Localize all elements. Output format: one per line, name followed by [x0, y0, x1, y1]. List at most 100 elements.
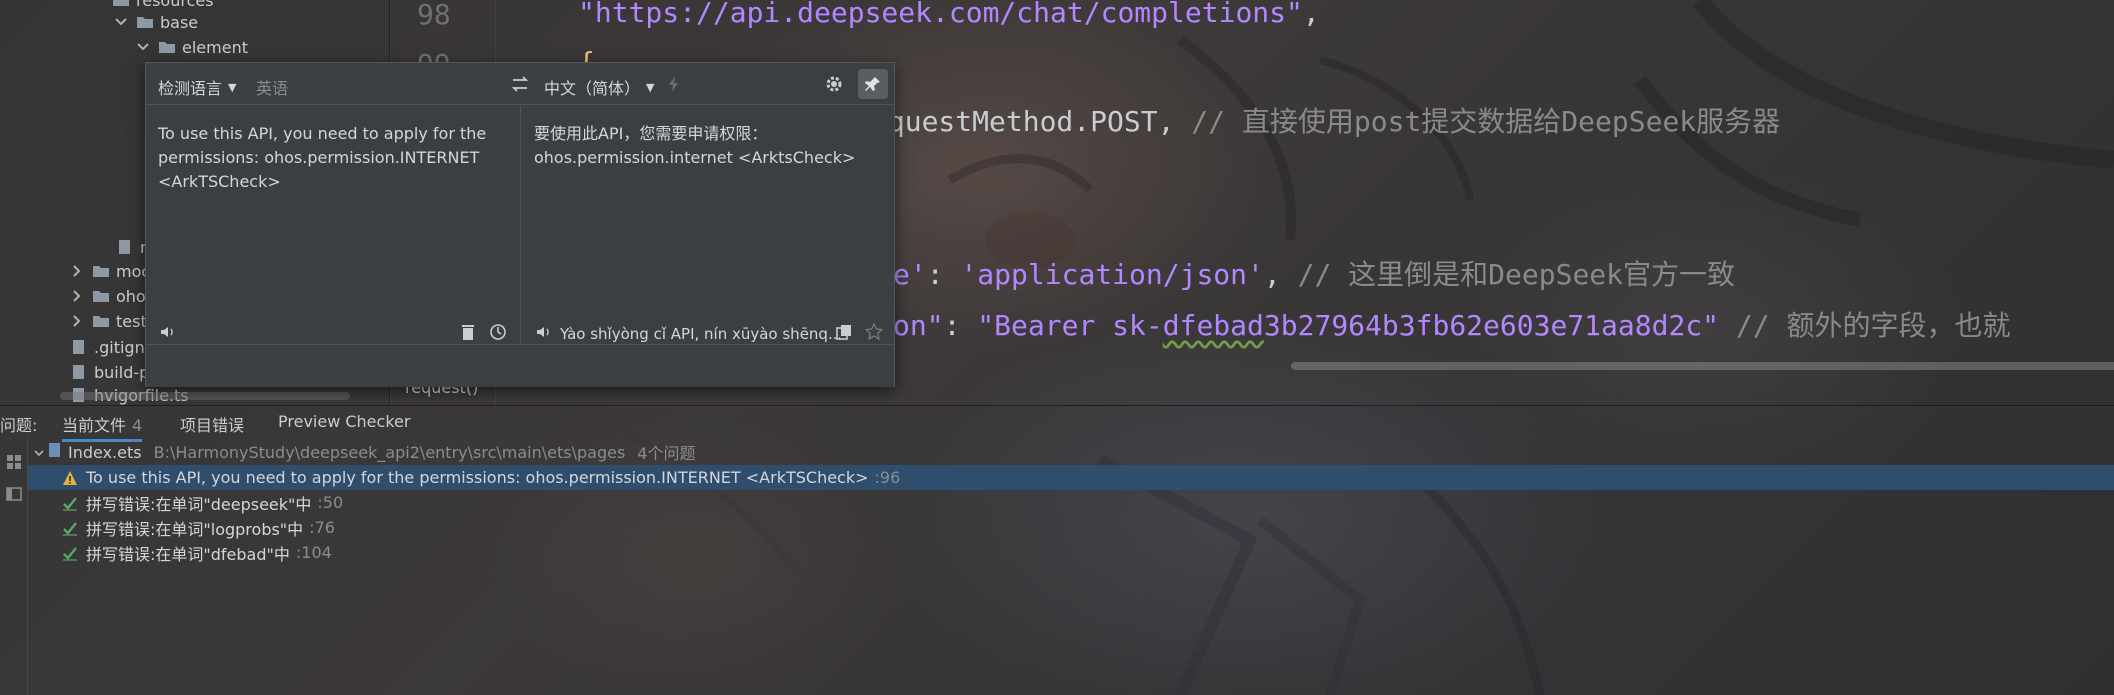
source-text-pane[interactable]: To use this API, you need to apply for t… [146, 106, 521, 344]
file-icon [116, 239, 134, 255]
problem-row[interactable]: To use this API, you need to apply for t… [28, 465, 2114, 490]
colon: : [943, 309, 978, 342]
typo-highlight[interactable]: dfebad [1163, 309, 1264, 342]
tree-item-label: oho [116, 286, 146, 306]
code-comment: // 额外的字段，也就 [1735, 309, 2011, 342]
tree-horizontal-scrollbar[interactable] [60, 392, 350, 400]
tree-item-element[interactable]: element [136, 35, 248, 59]
problem-row[interactable]: 拼写错误:在单词"logprobs"中 :76 [28, 515, 2114, 540]
code-line-url: "https://api.deepseek.com/chat/completio… [578, 0, 1320, 29]
detected-language-hint: 英语 [256, 79, 289, 98]
problem-row[interactable]: 拼写错误:在单词"dfebad"中 :104 [28, 540, 2114, 565]
history-icon[interactable] [486, 320, 510, 344]
problems-panel: 问题: 当前文件 4 项目错误 Preview Checker Index.ets… [0, 405, 2114, 695]
folder-icon [136, 14, 154, 30]
tab-preview-checker[interactable]: Preview Checker [278, 412, 410, 431]
target-language-label: 中文（简体） [544, 79, 641, 98]
tab-label: 项目错误 [180, 416, 245, 435]
problem-file-name: Index.ets [68, 442, 142, 462]
tree-item-label: build-p [94, 362, 150, 382]
tab-label: 当前文件 [62, 416, 127, 435]
code-line-authorization: on": "Bearer sk-dfebad3b27964b3fb62e603e… [893, 304, 2010, 344]
tree-item-label: .gitign [94, 337, 145, 357]
chevron-right-icon [70, 264, 84, 278]
problem-line: :96 [874, 468, 901, 487]
typo-check-icon [62, 495, 78, 511]
tree-item-moc[interactable]: moc [70, 259, 150, 283]
chevron-down-icon[interactable] [34, 443, 44, 462]
value-string: 'application/json' [960, 258, 1264, 291]
target-language-select[interactable]: 中文（简体） ▼ [544, 75, 654, 99]
problem-text: 拼写错误:在单词"deepseek"中 [86, 494, 312, 514]
problem-row[interactable]: 拼写错误:在单词"deepseek"中 :50 [28, 490, 2114, 515]
method-code: equestMethod.POST [871, 105, 1158, 138]
translated-text-pane[interactable]: 要使用此API，您需要申请权限：ohos.permission.internet… [522, 106, 895, 344]
problem-line: :104 [295, 543, 332, 562]
problem-count: 4个问题 [637, 444, 696, 463]
chevron-right-icon [70, 289, 84, 303]
colon: : [926, 258, 961, 291]
problem-text: 拼写错误:在单词"logprobs"中 [86, 519, 304, 539]
translation-footer [146, 344, 894, 387]
translation-header: 检测语言 ▼ 英语 中文（简体） ▼ [146, 63, 894, 105]
key-string: on" [893, 309, 944, 342]
line-number: 98 [417, 0, 451, 31]
editor-horizontal-scrollbar[interactable] [1291, 362, 2114, 370]
problem-line: :76 [309, 518, 335, 537]
chevron-down-icon [136, 40, 150, 54]
url-string: "https://api.deepseek.com/chat/completio… [578, 0, 1303, 29]
folder-icon [158, 39, 176, 55]
file-icon [70, 364, 88, 380]
caret-down-icon: ▼ [228, 80, 237, 94]
speaker-icon[interactable] [156, 320, 180, 344]
problems-toolbar [0, 438, 28, 695]
star-icon[interactable] [862, 320, 886, 344]
chevron-right-icon [70, 314, 84, 328]
file-icon [70, 339, 88, 355]
swap-languages-icon[interactable] [508, 72, 532, 96]
code-line-method: equestMethod.POST, // 直接使用post提交数据给DeepS… [871, 100, 1780, 140]
folder-icon [92, 263, 110, 279]
gear-icon[interactable] [822, 72, 846, 96]
pin-icon[interactable] [858, 69, 888, 99]
typo-check-icon [62, 520, 78, 536]
group-by-icon[interactable] [2, 450, 26, 474]
tree-item-base[interactable]: base [114, 10, 198, 34]
trash-icon[interactable] [456, 320, 480, 344]
typo-check-icon [62, 545, 78, 561]
source-language-select[interactable]: 检测语言 ▼ [158, 75, 236, 99]
tree-item-build-profile[interactable]: build-p [70, 360, 149, 384]
tree-item-oho[interactable]: oho [70, 284, 146, 308]
translation-popup[interactable]: 检测语言 ▼ 英语 中文（简体） ▼ To use this API, you … [145, 62, 895, 387]
tree-item-label: base [160, 12, 199, 32]
folder-icon [112, 0, 130, 8]
source-text: To use this API, you need to apply for t… [158, 124, 492, 191]
tab-current-file[interactable]: 当前文件 4 [62, 412, 143, 442]
problem-text: To use this API, you need to apply for t… [86, 468, 869, 487]
tab-project-errors[interactable]: 项目错误 [180, 412, 244, 436]
code-comment: // 直接使用post提交数据给DeepSeek服务器 [1191, 105, 1781, 138]
comma: , [1302, 0, 1320, 29]
code-line-content-type: e': 'application/json', // 这里倒是和DeepSeek… [893, 258, 1736, 291]
translated-text: 要使用此API，您需要申请权限：ohos.permission.internet… [534, 124, 856, 167]
pinyin-text: Yào shǐyòng cǐ API, nín xūyào shēnq... [560, 325, 840, 343]
problems-label: 问题: [0, 416, 38, 435]
caret-down-icon: ▼ [646, 80, 655, 94]
problem-text: 拼写错误:在单词"dfebad"中 [86, 544, 290, 564]
problems-tabbar: 问题: 当前文件 4 项目错误 Preview Checker [0, 406, 2114, 442]
value-string: "Bearer sk- [977, 309, 1163, 342]
ets-file-icon [48, 442, 62, 462]
tree-item-test[interactable]: test [70, 309, 147, 333]
tree-item-label: element [182, 37, 248, 57]
value-string: 3b27964b3fb62e603e71aa8d2c" [1263, 309, 1720, 342]
tree-item-gitignore[interactable]: .gitign [70, 335, 145, 359]
source-language-label: 检测语言 [158, 79, 223, 98]
problem-line: :50 [317, 493, 344, 512]
lightning-icon[interactable] [662, 72, 686, 96]
preview-pane-icon[interactable] [2, 482, 26, 506]
speaker-icon[interactable] [532, 320, 556, 344]
code-comment: // 这里倒是和DeepSeek官方一致 [1297, 258, 1736, 291]
tab-label: Preview Checker [278, 412, 411, 431]
problems-file-row[interactable]: Index.ets B:\HarmonyStudy\deepseek_api2\… [34, 440, 695, 464]
problem-file-path: B:\HarmonyStudy\deepseek_api2\entry\src\… [153, 442, 626, 462]
